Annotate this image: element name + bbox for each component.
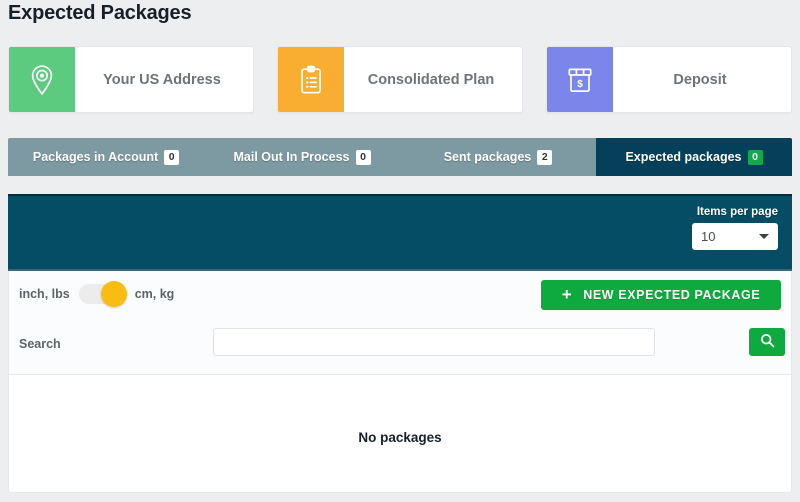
packages-table-area: No packages xyxy=(8,375,792,493)
search-input[interactable] xyxy=(213,328,655,356)
new-expected-package-button[interactable]: + NEW EXPECTED PACKAGE xyxy=(541,280,781,310)
unit-toggle-row: inch, lbs cm, kg xyxy=(19,281,175,307)
tab-badge: 0 xyxy=(747,149,763,165)
tab-label: Packages in Account xyxy=(32,150,159,164)
tab-badge: 0 xyxy=(355,149,371,165)
search-icon xyxy=(760,333,775,351)
new-expected-package-label: NEW EXPECTED PACKAGE xyxy=(583,288,761,302)
card-deposit[interactable]: $ Deposit xyxy=(546,46,792,113)
table-toolbar: inch, lbs cm, kg + NEW EXPECTED PACKAGE … xyxy=(8,271,792,375)
table-header-panel: Items per page 10 xyxy=(8,194,792,271)
card-your-us-address[interactable]: Your US Address xyxy=(8,46,254,113)
search-row: Search xyxy=(9,323,791,373)
clipboard-icon xyxy=(278,47,344,112)
tab-label: Sent packages xyxy=(443,150,532,164)
tab-packages-in-account[interactable]: Packages in Account 0 xyxy=(8,138,204,176)
items-per-page-select[interactable]: 10 xyxy=(692,223,778,250)
svg-text:$: $ xyxy=(577,79,583,90)
tab-label: Mail Out In Process xyxy=(233,150,350,164)
card-label: Deposit xyxy=(673,71,727,88)
toggle-knob xyxy=(100,281,127,307)
items-per-page-value: 10 xyxy=(701,229,716,244)
plus-icon: + xyxy=(561,284,573,304)
tab-sent-packages[interactable]: Sent packages 2 xyxy=(400,138,596,176)
search-label: Search xyxy=(19,337,61,351)
unit-imperial-label: inch, lbs xyxy=(19,287,70,301)
empty-state-message: No packages xyxy=(358,430,442,445)
chevron-down-icon xyxy=(759,234,769,239)
deposit-box-icon: $ xyxy=(547,47,613,112)
unit-toggle[interactable] xyxy=(78,281,127,307)
search-button[interactable] xyxy=(749,328,785,356)
tab-badge: 2 xyxy=(537,149,553,165)
page-title: Expected Packages xyxy=(8,2,192,24)
card-label: Your US Address xyxy=(103,71,221,88)
package-tabs: Packages in Account 0 Mail Out In Proces… xyxy=(8,138,792,176)
card-label: Consolidated Plan xyxy=(367,71,495,88)
tab-badge: 0 xyxy=(164,149,180,165)
expected-packages-page: Expected Packages Your US Address Consol… xyxy=(0,0,800,502)
items-per-page-label: Items per page xyxy=(696,206,778,218)
map-pin-icon xyxy=(9,47,75,112)
tab-mail-out-in-process[interactable]: Mail Out In Process 0 xyxy=(204,138,400,176)
card-consolidated-plan[interactable]: Consolidated Plan xyxy=(277,46,523,113)
unit-metric-label: cm, kg xyxy=(134,287,175,301)
items-per-page-control: Items per page 10 xyxy=(692,206,778,250)
tab-expected-packages[interactable]: Expected packages 0 xyxy=(596,138,792,176)
shortcut-cards: Your US Address Consolidated Plan $ Depo… xyxy=(8,46,792,113)
tab-label: Expected packages xyxy=(625,150,742,164)
